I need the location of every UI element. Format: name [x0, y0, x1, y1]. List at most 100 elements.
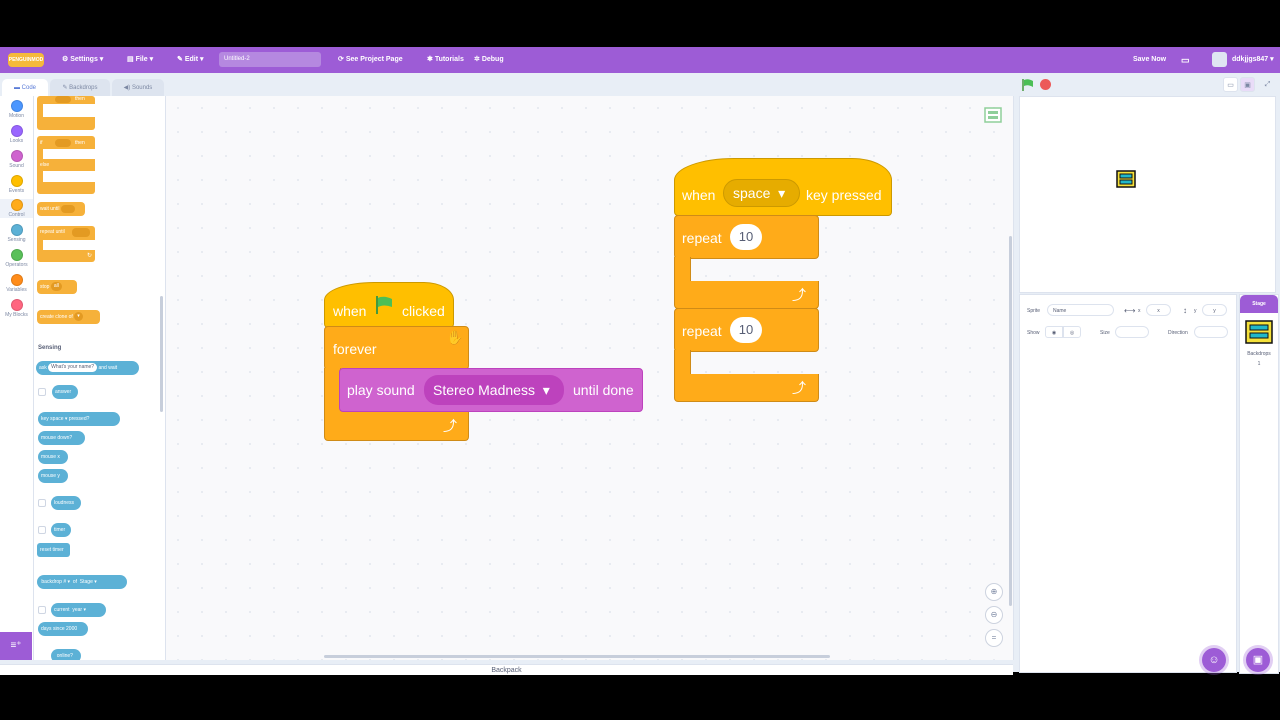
- tab-backdrops[interactable]: ✎ Backdrops: [50, 79, 110, 97]
- palette-stop-block[interactable]: stop all: [37, 280, 77, 294]
- create-clone-label: create clone of: [40, 314, 73, 320]
- palette-repeat-until-block[interactable]: repeat until ↻: [37, 226, 95, 262]
- user-menu[interactable]: ddkjjgs847 ▾: [1232, 47, 1274, 73]
- category-motion[interactable]: Motion: [0, 100, 33, 119]
- palette-mouse-y-block[interactable]: mouse y: [38, 469, 68, 483]
- save-now-button[interactable]: Save Now: [1133, 47, 1166, 73]
- x-input[interactable]: x: [1146, 304, 1171, 316]
- folder-icon[interactable]: ▭: [1181, 47, 1190, 73]
- category-variables[interactable]: Variables: [0, 274, 33, 293]
- stage-header: Stage: [1240, 295, 1278, 313]
- category-operators[interactable]: Operators: [0, 249, 33, 268]
- clone-dropdown[interactable]: ▾: [74, 312, 83, 322]
- category-sound[interactable]: Sound: [0, 150, 33, 169]
- bug-icon: ✲: [474, 56, 482, 63]
- backdrop-num-dropdown[interactable]: backdrop #: [41, 579, 66, 585]
- current-checkbox[interactable]: [38, 606, 46, 614]
- then-label: then: [75, 140, 85, 146]
- palette-ask-block[interactable]: ask What's your name? and wait: [36, 361, 139, 375]
- choose-sprite-button[interactable]: ☺: [1202, 648, 1226, 672]
- palette-if-else-block[interactable]: if then else: [37, 136, 95, 194]
- see-project-page-button[interactable]: ⟳ See Project Page: [338, 47, 403, 73]
- choose-backdrop-button[interactable]: ▣: [1246, 648, 1270, 672]
- palette-timer-block[interactable]: timer: [51, 523, 71, 537]
- palette-scrollbar[interactable]: [160, 296, 163, 412]
- palette-current-block[interactable]: current year ▾: [51, 603, 106, 617]
- palette-key-pressed-block[interactable]: key space ▾ pressed?: [38, 412, 120, 426]
- large-stage-icon[interactable]: ▣: [1240, 77, 1255, 92]
- app-logo[interactable]: PENGUINMOD: [8, 53, 44, 67]
- palette-create-clone-block[interactable]: create clone of ▾: [37, 310, 100, 324]
- settings-menu[interactable]: ⚙ Settings ▾: [62, 47, 103, 73]
- category-events-label: Events: [8, 188, 25, 194]
- loudness-checkbox[interactable]: [38, 499, 46, 507]
- eye-off-icon: ◎: [1069, 330, 1075, 336]
- tab-code[interactable]: ▬ Code: [2, 79, 48, 97]
- answer-checkbox[interactable]: [38, 388, 46, 396]
- project-title-input[interactable]: Untitled-2: [219, 52, 321, 67]
- when-key-pressed-block[interactable]: when space ▾ key pressed: [674, 158, 892, 216]
- tab-sounds[interactable]: ◀) Sounds: [112, 79, 164, 97]
- vertical-scrollbar[interactable]: [1009, 236, 1012, 606]
- category-looks[interactable]: Looks: [0, 125, 33, 144]
- key-dropdown[interactable]: space: [50, 416, 63, 422]
- when-flag-clicked-block[interactable]: when clicked: [324, 282, 454, 328]
- y-input[interactable]: y: [1202, 304, 1227, 316]
- play-sound-until-done-block[interactable]: play sound Stereo Madness ▾ until done: [339, 368, 643, 412]
- repeat-block-2[interactable]: repeat 10: [674, 308, 819, 352]
- block-palette: then if then else wait until repeat unti…: [34, 96, 166, 660]
- zoom-reset-button[interactable]: =: [985, 629, 1003, 647]
- stop-dropdown[interactable]: all: [50, 282, 62, 292]
- zoom-out-button[interactable]: ⊖: [985, 606, 1003, 624]
- show-hidden-button[interactable]: ◎: [1063, 326, 1081, 338]
- palette-days-since-block[interactable]: days since 2000: [38, 622, 88, 636]
- fullscreen-icon[interactable]: ⤢: [1260, 77, 1275, 92]
- category-control[interactable]: Control: [0, 199, 33, 218]
- tutorials-button[interactable]: ✱ Tutorials: [427, 47, 464, 73]
- direction-input[interactable]: [1194, 326, 1228, 338]
- green-flag-button[interactable]: [1021, 78, 1035, 97]
- debug-button[interactable]: ✲ Debug: [474, 47, 504, 73]
- reset-timer-label: reset timer: [40, 547, 64, 553]
- palette-online-block[interactable]: online?: [51, 649, 81, 660]
- ask-input[interactable]: What's your name?: [48, 363, 98, 373]
- sprite-on-stage[interactable]: [1116, 170, 1136, 188]
- timer-checkbox[interactable]: [38, 526, 46, 534]
- edit-menu[interactable]: ✎ Edit ▾: [177, 47, 204, 73]
- repeat-count-input[interactable]: 10: [730, 317, 762, 343]
- sprite-name-input[interactable]: Name: [1047, 304, 1114, 316]
- add-extension-button[interactable]: ≡⁺: [0, 632, 32, 660]
- loop-arrow-icon: ⤴: [443, 418, 457, 434]
- stage-canvas[interactable]: [1019, 96, 1276, 293]
- show-visible-button[interactable]: ◉: [1045, 326, 1063, 338]
- stop-button[interactable]: [1040, 79, 1051, 90]
- year-dropdown[interactable]: year: [72, 607, 82, 613]
- file-menu[interactable]: ▤ File ▾: [127, 47, 153, 73]
- avatar[interactable]: [1212, 52, 1227, 67]
- sound-dropdown[interactable]: Stereo Madness ▾: [424, 375, 564, 405]
- x-arrows-icon: ⟷: [1124, 306, 1136, 315]
- palette-answer-block[interactable]: answer: [52, 385, 78, 399]
- zoom-in-button[interactable]: ⊕: [985, 583, 1003, 601]
- palette-if-then-block[interactable]: then: [37, 96, 95, 130]
- backpack-bar[interactable]: Backpack: [0, 664, 1013, 675]
- category-sensing[interactable]: Sensing: [0, 224, 33, 243]
- palette-mouse-x-block[interactable]: mouse x: [38, 450, 68, 464]
- palette-mouse-down-block[interactable]: mouse down?: [38, 431, 85, 445]
- palette-wait-until-block[interactable]: wait until: [37, 202, 85, 216]
- mouse-down-label: mouse down?: [41, 435, 73, 441]
- repeat-count-input[interactable]: 10: [730, 224, 762, 250]
- size-input[interactable]: [1115, 326, 1149, 338]
- small-stage-icon[interactable]: ▭: [1223, 77, 1238, 92]
- stage-thumbnail[interactable]: [1245, 320, 1273, 344]
- stage-selector[interactable]: Stage Backdrops 1: [1239, 294, 1279, 674]
- horizontal-scrollbar[interactable]: [324, 655, 830, 658]
- key-dropdown[interactable]: space ▾: [723, 179, 800, 207]
- repeat-block-1[interactable]: repeat 10: [674, 215, 819, 259]
- palette-loudness-block[interactable]: loudness: [51, 496, 81, 510]
- palette-reset-timer-block[interactable]: reset timer: [37, 543, 70, 557]
- category-events[interactable]: Events: [0, 175, 33, 194]
- stage-dropdown[interactable]: Stage: [80, 579, 93, 585]
- palette-backdrop-of-block[interactable]: backdrop # ▾ of Stage ▾: [37, 575, 127, 589]
- category-my-blocks[interactable]: My Blocks: [0, 299, 33, 318]
